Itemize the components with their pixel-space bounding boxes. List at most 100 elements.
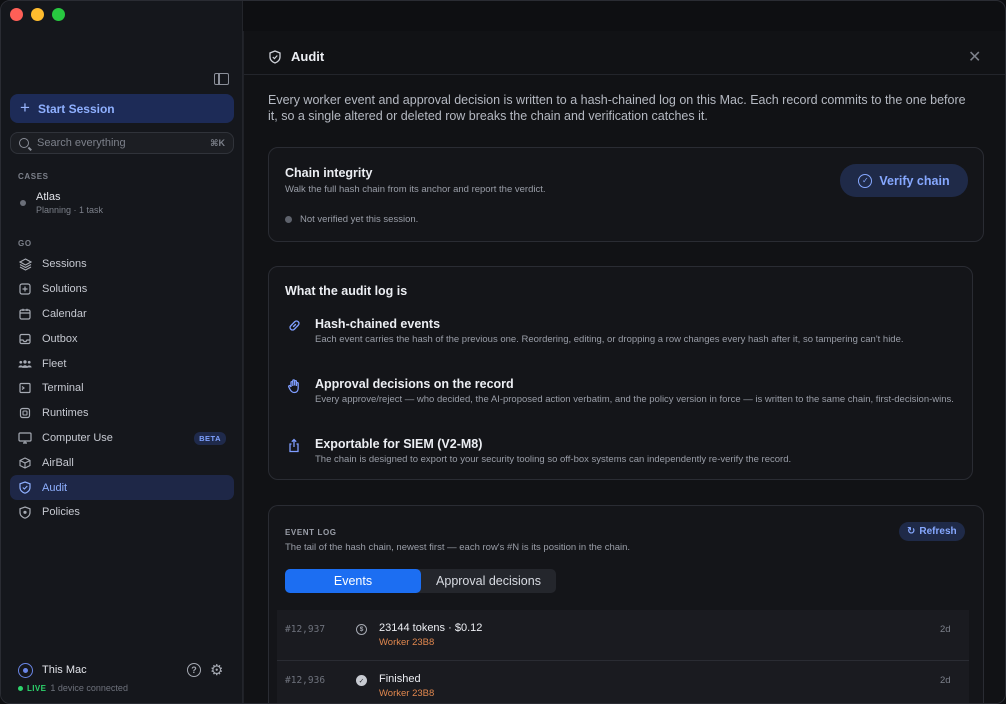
sidebar-item-label: Fleet — [42, 357, 67, 370]
connection-status: LIVE 1 device connected — [18, 683, 128, 693]
event-log-subtitle: The tail of the hash chain, newest first… — [285, 542, 631, 553]
cost-icon: $ — [356, 624, 367, 635]
sidebar-item-label: Outbox — [42, 332, 78, 345]
search-icon — [19, 138, 29, 148]
terminal-icon — [18, 381, 32, 395]
check-icon: ✓ — [356, 675, 367, 686]
case-status-dot — [20, 200, 26, 206]
sidebar-item-runtimes[interactable]: Runtimes — [10, 401, 234, 426]
search-input[interactable] — [37, 137, 203, 149]
chain-title: Chain integrity — [285, 166, 373, 180]
refresh-icon: ↻ — [907, 526, 916, 537]
feature-title: Approval decisions on the record — [315, 377, 514, 391]
page-title: Audit — [291, 49, 325, 64]
inbox-icon — [18, 332, 32, 346]
window-controls — [10, 8, 65, 21]
device-icon — [18, 663, 33, 678]
sidebar-item-solutions[interactable]: Solutions — [10, 277, 234, 302]
case-atlas[interactable]: Atlas Planning · 1 task — [10, 188, 234, 218]
feature-title: Hash-chained events — [315, 317, 441, 331]
tab-approval-decisions[interactable]: Approval decisions — [421, 569, 556, 593]
chain-integrity-card: Chain integrity Walk the full hash chain… — [268, 147, 984, 242]
cases-section-label: CASES — [18, 172, 49, 181]
close-window-button[interactable] — [10, 8, 23, 21]
search-shortcut: ⌘K — [210, 137, 225, 148]
refresh-label: Refresh — [919, 526, 957, 537]
minimize-window-button[interactable] — [31, 8, 44, 21]
intro-text: Every worker event and approval decision… — [268, 93, 966, 123]
sidebar-item-label: Computer Use — [42, 431, 113, 444]
sidebar-item-policies[interactable]: Policies — [10, 500, 234, 525]
event-title: Finished — [379, 673, 421, 685]
sidebar-item-label: Runtimes — [42, 407, 89, 420]
sidebar-item-calendar[interactable]: Calendar — [10, 302, 234, 327]
tab-events[interactable]: Events — [285, 569, 421, 593]
sidebar-item-label: Terminal — [42, 382, 84, 395]
badge-icon — [18, 505, 32, 519]
verify-chain-button[interactable]: ✓ Verify chain — [840, 164, 968, 197]
feature-desc: Every approve/reject — who decided, the … — [315, 394, 954, 405]
event-worker: Worker 23B8 — [379, 688, 435, 699]
case-name: Atlas — [36, 191, 61, 203]
feature-title: Exportable for SIEM (V2-M8) — [315, 437, 483, 451]
chain-subtitle: Walk the full hash chain from its anchor… — [285, 184, 546, 195]
hand-icon — [287, 378, 303, 394]
sidebar-item-outbox[interactable]: Outbox — [10, 326, 234, 351]
start-session-button[interactable]: + Start Session — [10, 94, 234, 123]
sidebar-item-label: AirBall — [42, 456, 74, 469]
layers-icon — [18, 257, 32, 271]
app-window: + Start Session ⌘K CASES Atlas Planning … — [0, 0, 1006, 704]
live-dot — [18, 685, 23, 691]
main-panel: Audit ✕ Every worker event and approval … — [243, 31, 1005, 703]
sidebar-item-label: Audit — [42, 481, 68, 494]
shield-icon — [18, 481, 32, 495]
sidebar-item-audit[interactable]: Audit — [10, 475, 234, 500]
sidebar-nav: Sessions Solutions Calendar Outbox Fleet… — [10, 252, 234, 525]
table-row[interactable]: #12,937 $ 23144 tokens · $0.12 Worker 23… — [277, 610, 969, 660]
panel-header: Audit ✕ — [244, 31, 1005, 75]
live-label: LIVE — [27, 683, 47, 693]
event-time: 2d — [940, 624, 951, 635]
event-title: 23144 tokens · $0.12 — [379, 622, 483, 634]
event-number: #12,937 — [285, 624, 326, 635]
sidebar-item-airball[interactable]: AirBall — [10, 450, 234, 475]
sidebar-footer: This Mac ? ⚙ LIVE 1 device connected — [1, 651, 243, 703]
event-list: #12,937 $ 23144 tokens · $0.12 Worker 23… — [277, 610, 969, 703]
shield-icon — [269, 50, 281, 64]
start-session-label: Start Session — [37, 101, 115, 116]
sidebar: + Start Session ⌘K CASES Atlas Planning … — [1, 1, 243, 703]
toggle-sidebar-icon[interactable] — [214, 73, 229, 85]
help-icon[interactable]: ? — [187, 663, 201, 677]
sidebar-item-terminal[interactable]: Terminal — [10, 376, 234, 401]
cube-icon — [18, 456, 32, 470]
status-dot — [285, 216, 292, 223]
table-row[interactable]: #12,936 ✓ Finished Worker 23B8 2d — [277, 660, 969, 703]
event-log-label: EVENT LOG — [285, 528, 337, 537]
what-audit-log-card: What the audit log is Hash-chained event… — [268, 266, 973, 480]
sidebar-item-label: Sessions — [42, 258, 87, 271]
search-box[interactable]: ⌘K — [10, 132, 234, 154]
event-number: #12,936 — [285, 675, 326, 686]
close-icon[interactable]: ✕ — [968, 47, 981, 67]
sidebar-item-computer-use[interactable]: Computer Use BETA — [10, 426, 234, 451]
feature-desc: The chain is designed to export to your … — [315, 454, 792, 465]
event-worker: Worker 23B8 — [379, 637, 435, 648]
chip-icon — [18, 406, 32, 420]
go-section-label: GO — [18, 239, 32, 248]
verify-icon: ✓ — [858, 173, 873, 188]
sidebar-item-fleet[interactable]: Fleet — [10, 351, 234, 376]
people-icon — [18, 357, 32, 371]
maximize-window-button[interactable] — [52, 8, 65, 21]
sidebar-item-label: Calendar — [42, 307, 87, 320]
refresh-button[interactable]: ↻ Refresh — [899, 522, 965, 541]
sidebar-item-label: Solutions — [42, 283, 88, 296]
sidebar-item-sessions[interactable]: Sessions — [10, 252, 234, 277]
machine-name[interactable]: This Mac — [42, 664, 87, 676]
calendar-icon — [18, 307, 32, 321]
monitor-icon — [18, 431, 32, 445]
gear-icon[interactable]: ⚙ — [210, 661, 223, 679]
verify-chain-label: Verify chain — [879, 173, 950, 188]
feature-desc: Each event carries the hash of the previ… — [315, 334, 904, 345]
beta-badge: BETA — [194, 431, 226, 445]
plus-icon: + — [20, 98, 30, 117]
